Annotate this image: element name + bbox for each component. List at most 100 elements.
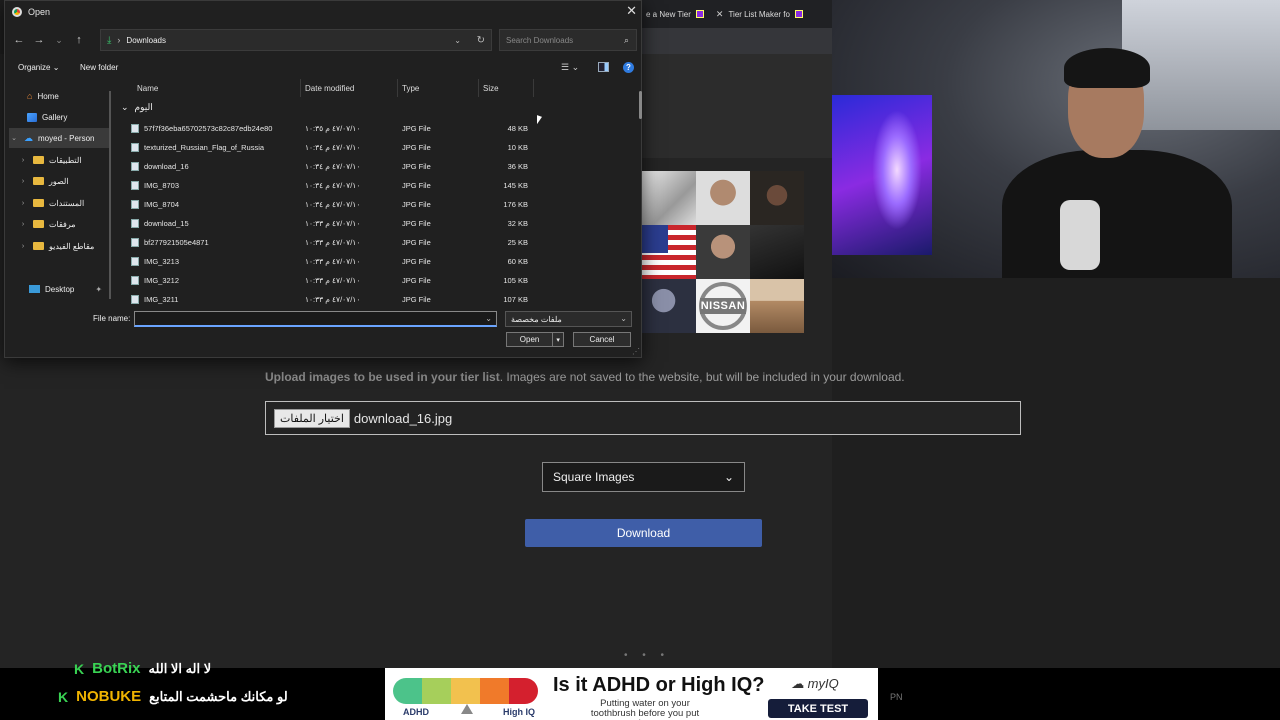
help-icon[interactable]: ? <box>623 62 634 73</box>
close-icon[interactable]: ✕ <box>626 3 637 19</box>
close-icon[interactable]: ✕ <box>716 9 724 20</box>
open-file-dialog: Open ✕ ← → ⌄ ↑ ⤓ › Downloads ⌄ ↻ Search … <box>4 0 642 358</box>
view-options-icon[interactable]: ☰ ⌄ <box>561 62 579 73</box>
file-date: ٤٧/٠٧/١٠ م ١٠:٣٤ <box>305 143 361 152</box>
file-name-input[interactable]: ⌄ <box>134 311 497 327</box>
forward-arrow-icon[interactable]: → <box>29 34 49 46</box>
new-folder-button[interactable]: New folder <box>80 63 118 72</box>
file-date: ٤٧/٠٧/١٠ م ١٠:٣٣ <box>305 238 361 247</box>
thumbnail-image[interactable] <box>642 279 696 333</box>
nav-label: Home <box>37 91 59 101</box>
download-button[interactable]: Download <box>525 519 762 547</box>
browser-tab[interactable]: e a New Tier <box>640 10 710 19</box>
file-type-select[interactable]: ملفات مخصصة ⌄ <box>505 311 632 327</box>
kick-icon: K <box>58 688 69 705</box>
organize-button[interactable]: Organize ⌄ <box>18 63 59 72</box>
dialog-nav-row: ← → ⌄ ↑ ⤓ › Downloads ⌄ ↻ Search Downloa… <box>5 27 641 53</box>
chevron-right-icon[interactable]: › <box>18 200 28 207</box>
thumbnail-image[interactable] <box>750 225 804 279</box>
file-name: IMG_3211 <box>144 295 179 304</box>
ad-brand-logo: ☁ myIQ <box>791 676 839 692</box>
chat-text: لو مكانك ماحشمت المتابع <box>149 688 288 704</box>
take-test-button[interactable]: TAKE TEST <box>768 699 868 718</box>
file-size: 25 KB <box>507 238 528 247</box>
choose-files-button[interactable]: اختيار الملفات <box>274 408 350 428</box>
thumbnail-image[interactable] <box>642 171 696 225</box>
streamer-hair <box>1064 48 1150 88</box>
rgb-fans-image <box>872 110 922 230</box>
upload-instructions-bold: Upload images to be used in your tier li… <box>265 370 500 384</box>
group-header-today[interactable]: ⌄ اليوم <box>121 102 153 113</box>
thumbnail-image[interactable] <box>750 171 804 225</box>
file-list-scrollbar[interactable] <box>639 91 642 119</box>
nav-item-folder[interactable]: › الصور <box>18 171 69 191</box>
nav-item-onedrive[interactable]: ⌄ ☁ moyed - Person <box>9 128 109 148</box>
chevron-right-icon[interactable]: › <box>18 243 28 250</box>
chevron-right-icon[interactable]: › <box>18 221 28 228</box>
chevron-down-icon[interactable]: ▾ <box>552 333 563 346</box>
refresh-icon[interactable]: ↻ <box>477 35 485 46</box>
thumbnail-image[interactable] <box>696 171 750 225</box>
chat-username: BotRix <box>92 660 141 677</box>
file-size: 32 KB <box>507 219 528 228</box>
file-row[interactable]: IMG_3212 ٤٧/٠٧/١٠ م ١٠:٣٣ JPG File 105 KB <box>115 271 635 290</box>
file-name: download_16 <box>144 162 189 171</box>
nav-item-desktop[interactable]: Desktop ✦ <box>29 279 102 299</box>
chevron-down-icon[interactable]: ⌄ <box>485 314 492 323</box>
file-input[interactable]: اختيار الملفات download_16.jpg <box>265 401 1021 435</box>
nav-scrollbar[interactable] <box>109 91 111 299</box>
file-row[interactable]: IMG_3211 ٤٧/٠٧/١٠ م ١٠:٣٣ JPG File 107 KB <box>115 290 635 305</box>
search-input[interactable]: Search Downloads ⌕ <box>499 29 637 51</box>
nav-item-home[interactable]: ⌂ Home <box>27 86 59 106</box>
preview-pane-icon[interactable] <box>598 62 609 72</box>
ad-banner[interactable]: ADHD High IQ Is it ADHD or High IQ? Putt… <box>385 668 878 720</box>
navigation-pane: ⌂ Home Gallery ⌄ ☁ moyed - Person › التط… <box>5 83 109 305</box>
chevron-right-icon[interactable]: › <box>18 178 28 185</box>
chevron-right-icon[interactable]: › <box>18 157 28 164</box>
organize-label: Organize <box>18 63 51 72</box>
up-arrow-icon[interactable]: ↑ <box>69 34 89 46</box>
resize-grip-icon[interactable]: ⋰ <box>632 347 640 356</box>
thumbnail-image[interactable] <box>750 279 804 333</box>
nav-item-folder[interactable]: › التطبيقات <box>18 150 82 170</box>
file-row[interactable]: 57f7f36eba65702573c82c87edb24e80 ٤٧/٠٧/١٠… <box>115 119 635 138</box>
recent-chevron-icon[interactable]: ⌄ <box>49 35 69 46</box>
thumbnail-image[interactable] <box>696 225 750 279</box>
chevron-down-icon[interactable]: ⌄ <box>9 134 19 142</box>
file-row[interactable]: IMG_8704 ٤٧/٠٧/١٠ م ١٠:٣٤ JPG File 176 KB <box>115 195 635 214</box>
image-file-icon <box>131 257 139 266</box>
home-icon: ⌂ <box>27 91 33 101</box>
column-header-type[interactable]: Type <box>398 79 479 97</box>
browser-tab[interactable]: ✕ Tier List Maker fo <box>710 9 809 20</box>
image-mode-select[interactable]: Square Images ⌄ <box>542 462 745 492</box>
nav-item-gallery[interactable]: Gallery <box>27 107 67 127</box>
file-row[interactable]: IMG_8703 ٤٧/٠٧/١٠ م ١٠:٣٤ JPG File 145 KB <box>115 176 635 195</box>
file-row[interactable]: IMG_3213 ٤٧/٠٧/١٠ م ١٠:٣٣ JPG File 60 KB <box>115 252 635 271</box>
file-row[interactable]: download_15 ٤٧/٠٧/١٠ م ١٠:٣٣ JPG File 32 KB <box>115 214 635 233</box>
column-header-size[interactable]: Size <box>479 79 534 97</box>
file-row[interactable]: download_16 ٤٧/٠٧/١٠ م ١٠:٣٤ JPG File 36 KB <box>115 157 635 176</box>
back-arrow-icon[interactable]: ← <box>9 34 29 46</box>
column-header-date[interactable]: Date modified <box>301 79 398 97</box>
breadcrumb[interactable]: ⤓ › Downloads ⌄ ↻ <box>100 29 492 51</box>
thumbnail-image[interactable] <box>642 225 696 279</box>
cancel-button[interactable]: Cancel <box>573 332 631 347</box>
dialog-title-bar: Open ✕ <box>5 1 641 23</box>
chat-message: K BotRix لا اله الا الله <box>74 660 211 677</box>
column-header-name[interactable]: Name <box>133 79 301 97</box>
nav-item-folder[interactable]: › مرفقات <box>18 214 76 234</box>
breadcrumb-downloads[interactable]: Downloads <box>126 36 166 45</box>
file-row[interactable]: texturized_Russian_Flag_of_Russia ٤٧/٠٧/١… <box>115 138 635 157</box>
file-size: 60 KB <box>507 257 528 266</box>
file-row[interactable]: bf277921505e4871 ٤٧/٠٧/١٠ م ١٠:٣٣ JPG File… <box>115 233 635 252</box>
nav-item-folder[interactable]: › المستندات <box>18 193 84 213</box>
address-bar[interactable] <box>640 28 832 54</box>
chevron-down-icon[interactable]: ⌄ <box>454 36 461 45</box>
nav-item-folder[interactable]: › مقاطع الفيديو <box>18 236 94 256</box>
open-button[interactable]: Open ▾ <box>506 332 564 347</box>
thumbnail-image[interactable]: NISSAN <box>696 279 750 333</box>
image-file-icon <box>131 162 139 171</box>
chosen-file-name: download_16.jpg <box>353 410 453 426</box>
gallery-icon <box>27 112 37 122</box>
pin-icon[interactable]: ✦ <box>95 285 102 294</box>
